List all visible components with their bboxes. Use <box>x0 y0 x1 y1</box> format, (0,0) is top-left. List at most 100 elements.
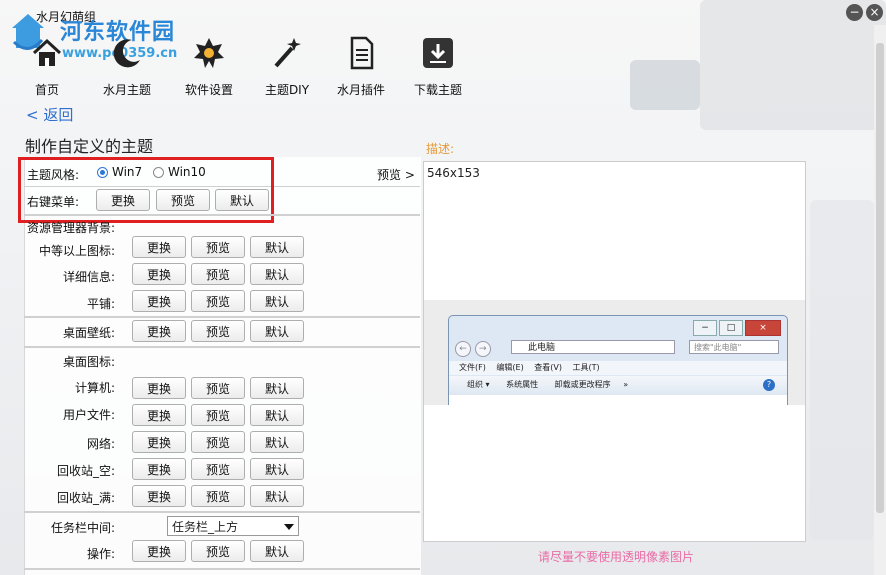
toolbar-moon-theme[interactable]: 水月主题 <box>92 36 162 98</box>
taskbar-label: 任务栏中间: <box>50 521 115 535</box>
divider <box>24 346 420 348</box>
explorer-row-label: 平铺: <box>86 297 115 311</box>
address-bar: 此电脑 <box>511 340 675 354</box>
explorer-row-label: 详细信息: <box>62 270 115 284</box>
maximize-icon: □ <box>719 320 743 336</box>
change-button[interactable]: 更换 <box>132 290 186 312</box>
description-label: 描述: <box>426 142 455 156</box>
back-arrow-icon: ← <box>455 341 471 357</box>
explorer-content <box>449 395 787 405</box>
preview-link[interactable]: 预览 > <box>377 166 415 183</box>
page-title: 制作自定义的主题 <box>25 137 154 156</box>
preview-button[interactable]: 预览 <box>191 377 245 399</box>
toolbar-label: 水月插件 <box>336 83 385 97</box>
preview-button[interactable]: 预览 <box>191 431 245 453</box>
desktop-icons-label: 桌面图标: <box>62 355 115 369</box>
change-button[interactable]: 更换 <box>132 404 186 426</box>
magic-wand-icon <box>274 38 301 68</box>
default-button[interactable]: 默认 <box>250 485 304 507</box>
document-icon <box>350 36 374 70</box>
default-button[interactable]: 默认 <box>250 290 304 312</box>
change-button[interactable]: 更换 <box>132 540 186 562</box>
explorer-preview-image: − □ × ← → 此电脑 搜索"此电脑" 文件(F) 编辑(E) 查看(V) 工具… <box>424 300 805 405</box>
divider <box>24 214 420 216</box>
toolbar-home[interactable]: 首页 <box>12 36 82 98</box>
minimize-icon: − <box>693 320 717 336</box>
gear-icon <box>194 38 224 68</box>
nav-arrows: ← → <box>455 340 491 357</box>
preview-button[interactable]: 预览 <box>191 263 245 285</box>
default-button[interactable]: 默认 <box>250 377 304 399</box>
default-button[interactable]: 默认 <box>250 404 304 426</box>
default-button[interactable]: 默认 <box>250 236 304 258</box>
close-icon: × <box>745 320 781 336</box>
download-icon <box>423 38 453 68</box>
taskbar-action-label: 操作: <box>86 547 115 561</box>
preview-button[interactable]: 预览 <box>191 485 245 507</box>
transparency-hint: 请尽量不要使用透明像素图片 <box>538 550 695 564</box>
explorer-bg-label: 资源管理器背景: <box>27 221 116 235</box>
close-button[interactable]: × <box>866 4 883 21</box>
toolbar-label: 下载主题 <box>413 83 462 97</box>
search-box: 搜索"此电脑" <box>689 340 779 354</box>
minimize-button[interactable]: − <box>846 4 863 21</box>
taskbar-position-select[interactable]: 任务栏_上方 <box>167 516 299 536</box>
menu-item: 文件(F) <box>459 363 486 372</box>
desktop-icon-row-label: 计算机: <box>74 381 115 395</box>
divider <box>24 511 420 513</box>
toolbar-plugins[interactable]: 水月插件 <box>326 36 396 98</box>
scrollbar[interactable] <box>874 25 886 575</box>
toolbar-label: 首页 <box>34 83 59 97</box>
preview-button[interactable]: 预览 <box>191 290 245 312</box>
preview-button[interactable]: 预览 <box>191 540 245 562</box>
scrollbar-thumb[interactable] <box>876 43 884 513</box>
explorer-window: − □ × ← → 此电脑 搜索"此电脑" 文件(F) 编辑(E) 查看(V) 工具… <box>448 315 788 405</box>
home-icon <box>32 38 62 66</box>
toolbar-label: 水月主题 <box>102 83 151 97</box>
change-button[interactable]: 更换 <box>132 263 186 285</box>
preview-button[interactable]: 预览 <box>191 404 245 426</box>
select-value: 任务栏_上方 <box>172 520 239 534</box>
menu-item: 编辑(E) <box>496 363 524 372</box>
default-button[interactable]: 默认 <box>250 458 304 480</box>
toolbar-download-theme[interactable]: 下载主题 <box>403 36 473 98</box>
toolbar-label: 主题DIY <box>264 83 310 97</box>
toolbar-theme-diy[interactable]: 主题DIY <box>252 36 322 98</box>
help-icon: ? <box>763 379 775 391</box>
change-button[interactable]: 更换 <box>132 431 186 453</box>
menu-item: 工具(T) <box>572 363 600 372</box>
default-button[interactable]: 默认 <box>250 263 304 285</box>
preview-button[interactable]: 预览 <box>191 236 245 258</box>
preview-button[interactable]: 预览 <box>191 320 245 342</box>
command-item: 卸载或更改程序 <box>554 380 611 389</box>
change-button[interactable]: 更换 <box>132 458 186 480</box>
search-placeholder: 搜索"此电脑" <box>694 343 742 352</box>
default-button[interactable]: 默认 <box>250 431 304 453</box>
divider <box>24 568 420 570</box>
command-item: » <box>623 380 629 389</box>
window-controls: − □ × <box>693 319 781 336</box>
change-button[interactable]: 更换 <box>132 320 186 342</box>
back-link[interactable]: < 返回 <box>26 104 73 125</box>
divider <box>24 316 420 318</box>
desktop-icon-row-label: 用户文件: <box>62 408 115 422</box>
command-item: 组织 ▾ <box>467 380 490 389</box>
desktop-icon-row-label: 回收站_空: <box>56 464 115 478</box>
desktop-icon-row-label: 回收站_满: <box>56 491 115 505</box>
change-button[interactable]: 更换 <box>132 236 186 258</box>
toolbar-settings[interactable]: 软件设置 <box>174 36 244 98</box>
dropdown-arrow-icon <box>284 524 294 530</box>
command-item: 系统属性 <box>506 380 539 389</box>
background-decoration <box>810 200 874 540</box>
change-button[interactable]: 更换 <box>132 377 186 399</box>
background-decoration <box>630 60 700 110</box>
wallpaper-label: 桌面壁纸: <box>62 326 115 340</box>
default-button[interactable]: 默认 <box>250 540 304 562</box>
desktop-icon-row-label: 网络: <box>86 437 115 451</box>
address-text: 此电脑 <box>528 343 556 353</box>
change-button[interactable]: 更换 <box>132 485 186 507</box>
menu-item: 查看(V) <box>534 363 562 372</box>
command-bar: 组织 ▾ 系统属性 卸载或更改程序 » ? <box>449 376 787 394</box>
default-button[interactable]: 默认 <box>250 320 304 342</box>
preview-button[interactable]: 预览 <box>191 458 245 480</box>
